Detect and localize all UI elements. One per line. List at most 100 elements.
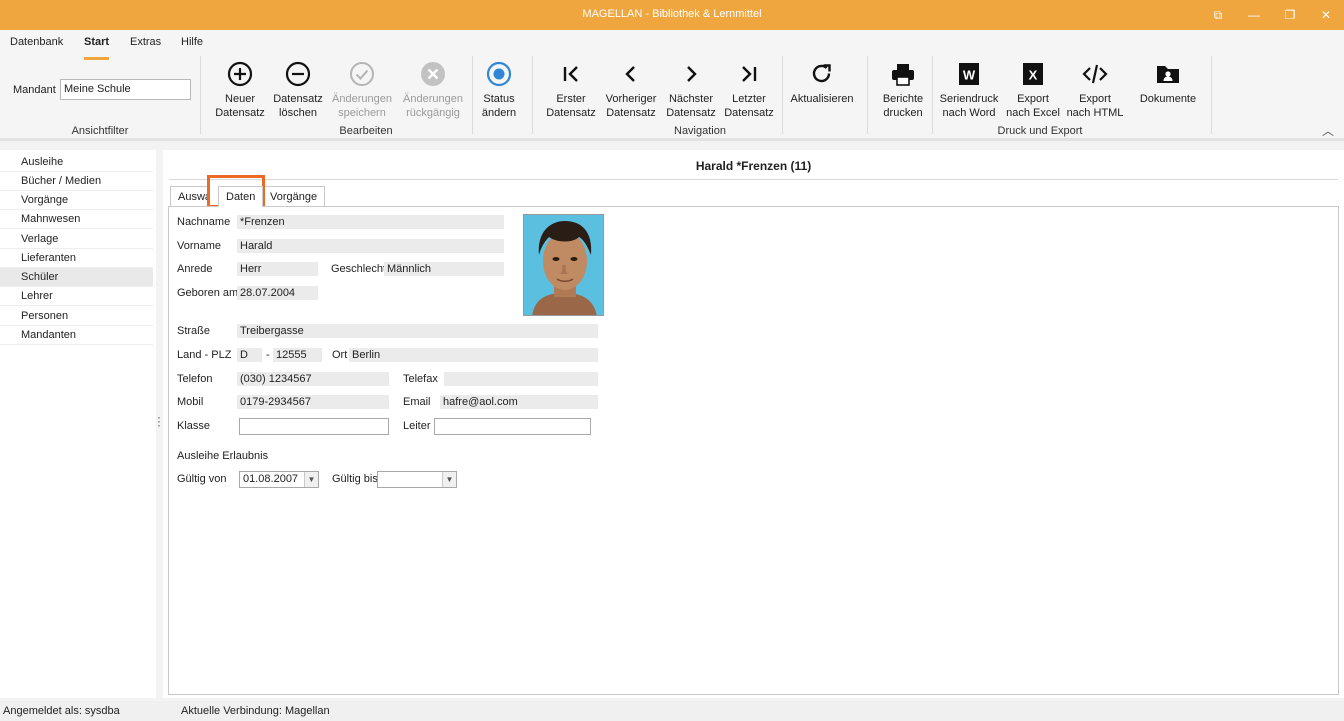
vorname-field[interactable]: Harald [237,239,504,253]
print-reports-button[interactable]: Berichte drucken [878,60,928,120]
first-record-button[interactable]: Erster Datensatz [544,60,598,120]
email-field[interactable]: hafre@aol.com [440,395,598,409]
save-changes-label-1: Änderungen [332,93,392,105]
undo-changes-button[interactable]: Änderungen rückgängig [400,60,466,120]
telefax-label: Telefax [403,373,438,385]
strasse-field[interactable]: Treibergasse [237,324,598,338]
sidebar-item-personen[interactable]: Personen [0,307,153,326]
sidebar-item-verlage[interactable]: Verlage [0,230,153,249]
previous-record-label-2: Datensatz [606,107,656,119]
gueltig-von-date-picker[interactable]: 01.08.2007 ▼ [239,471,319,488]
plz-field[interactable]: 12555 [273,348,322,362]
close-button[interactable]: ✕ [1308,0,1344,30]
sidebar-item-ausleihe[interactable]: Ausleihe [0,153,153,172]
serial-print-label-2: nach Word [942,107,996,119]
export-html-label-1: Export [1079,93,1111,105]
sidebar-item-buecher-medien[interactable]: Bücher / Medien [0,172,153,191]
tab-vorgaenge[interactable]: Vorgänge [262,186,326,206]
export-excel-button[interactable]: X Export nach Excel [1006,60,1060,120]
chevron-right-icon [687,66,697,82]
anrede-field[interactable]: Herr [237,262,318,276]
export-excel-label-2: nach Excel [1006,107,1060,119]
leiter-input[interactable] [434,418,591,435]
tab-daten[interactable]: Daten [218,186,264,207]
klasse-input[interactable] [239,418,389,435]
chevron-down-icon[interactable]: ▼ [304,472,318,487]
export-html-button[interactable]: Export nach HTML [1066,60,1124,120]
delete-record-button[interactable]: Datensatz löschen [270,60,326,120]
save-changes-button[interactable]: Änderungen speichern [330,60,394,120]
sidebar-item-lieferanten[interactable]: Lieferanten [0,249,153,268]
gueltig-bis-date-picker[interactable]: ▼ [377,471,457,488]
geschlecht-field[interactable]: Männlich [384,262,504,276]
sidebar-item-mandanten[interactable]: Mandanten [0,326,153,345]
svg-text:X: X [1029,68,1038,83]
new-record-button[interactable]: Neuer Datensatz [212,60,268,120]
change-status-button[interactable]: Status ändern [476,60,522,120]
telefon-field[interactable]: (030) 1234567 [237,372,389,386]
group-label-navigation: Navigation [674,125,726,137]
menu-datenbank[interactable]: Datenbank [10,36,63,48]
splitter-handle[interactable]: · · · [157,411,161,431]
excel-icon: X [1023,63,1043,85]
menu-start[interactable]: Start [84,36,109,48]
delete-record-label-2: löschen [279,107,317,119]
active-menu-indicator [84,57,109,60]
x-circle-icon [421,62,445,86]
logged-in-user: Angemeldet als: sysdba [3,705,120,717]
next-record-label-1: Nächster [668,93,714,105]
geboren-field[interactable]: 28.07.2004 [237,286,318,300]
ribbon-separator [782,56,783,134]
documents-label: Dokumente [1139,93,1197,105]
chevron-down-icon[interactable]: ▼ [442,472,456,487]
plus-circle-icon [227,61,253,87]
minimize-button[interactable]: — [1236,0,1272,30]
export-excel-label-1: Export [1017,93,1049,105]
refresh-button[interactable]: Aktualisieren [788,60,856,106]
telefon-label: Telefon [177,373,213,385]
telefax-field[interactable] [444,372,598,386]
collapse-ribbon-icon[interactable]: ︿ [1322,122,1334,139]
last-record-button[interactable]: Letzter Datensatz [722,60,776,120]
land-field[interactable]: D [237,348,262,362]
gueltig-von-label: Gültig von [177,473,227,485]
title-bar: MAGELLAN - Bibliothek & Lernmittel ⧉ — ❐… [0,0,1344,30]
sidebar-item-vorgaenge[interactable]: Vorgänge [0,191,153,210]
refresh-label: Aktualisieren [790,93,854,105]
group-label-bearbeiten: Bearbeiten [339,125,393,137]
ribbon-separator [932,56,933,134]
mobil-field[interactable]: 0179-2934567 [237,395,389,409]
nachname-field[interactable]: *Frenzen [237,215,504,229]
first-record-label-1: Erster [556,93,586,105]
documents-button[interactable]: Dokumente [1136,60,1200,106]
record-detail: Harald *Frenzen (11) Auswahl Daten Vorgä… [163,150,1344,698]
sidebar: Ausleihe Bücher / Medien Vorgänge Mahnwe… [0,150,156,698]
first-record-icon [563,66,578,82]
maximize-button[interactable]: ❐ [1272,0,1308,30]
sidebar-item-schueler[interactable]: Schüler [0,268,153,287]
status-radio-icon [486,61,512,87]
code-icon [1082,64,1108,84]
serial-print-word-button[interactable]: W Seriendruck nach Word [938,60,1000,120]
next-record-button[interactable]: Nächster Datensatz [664,60,718,120]
menu-extras[interactable]: Extras [130,36,161,48]
ribbon-separator [1211,56,1212,134]
tab-auswahl[interactable]: Auswahl [170,186,210,206]
check-circle-icon [350,62,374,86]
word-icon: W [959,63,979,85]
geschlecht-label: Geschlecht [331,263,387,275]
mandant-field[interactable]: Meine Schule [60,79,191,100]
restore-window-icon[interactable]: ⧉ [1200,0,1236,30]
previous-record-button[interactable]: Vorheriger Datensatz [604,60,658,120]
change-status-label-1: Status [483,93,515,105]
ort-field[interactable]: Berlin [349,348,598,362]
sidebar-item-lehrer[interactable]: Lehrer [0,287,153,306]
email-label: Email [403,396,431,408]
sidebar-item-mahnwesen[interactable]: Mahnwesen [0,210,153,229]
last-record-label-1: Letzter [732,93,766,105]
previous-record-label-1: Vorheriger [605,93,657,105]
group-label-druck-export: Druck und Export [997,125,1083,137]
print-reports-label-1: Berichte [882,93,924,105]
menu-hilfe[interactable]: Hilfe [181,36,203,48]
leiter-label: Leiter [403,420,431,432]
